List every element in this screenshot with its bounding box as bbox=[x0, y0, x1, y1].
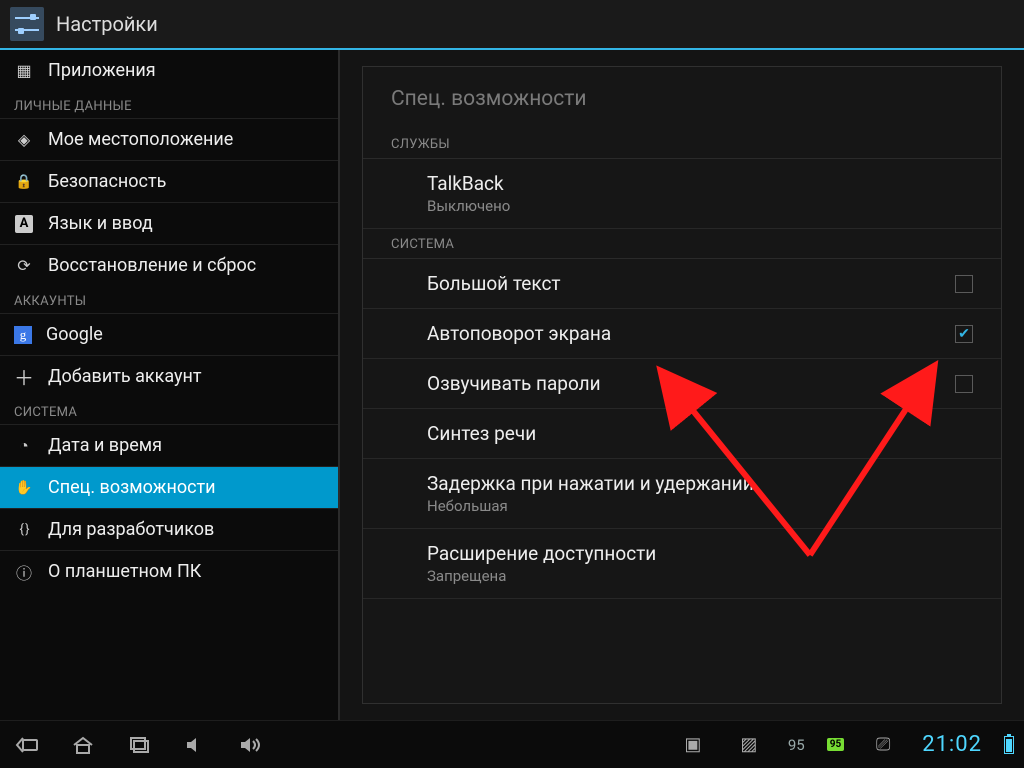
pref-a11y-extension[interactable]: Расширение доступности Запрещена bbox=[363, 529, 1001, 599]
sidebar-item-label: Дата и время bbox=[48, 435, 162, 456]
info-icon bbox=[14, 562, 34, 582]
battery-icon bbox=[1004, 736, 1014, 754]
sidebar-item-about[interactable]: О планшетном ПК bbox=[0, 550, 338, 592]
pref-label: Расширение доступности bbox=[427, 542, 656, 565]
battery-percent-text: 95 bbox=[788, 736, 805, 754]
location-icon bbox=[14, 130, 34, 150]
apps-icon bbox=[14, 61, 34, 81]
pref-label: Большой текст bbox=[427, 272, 561, 295]
volume-down-button[interactable] bbox=[178, 731, 212, 759]
braces-icon bbox=[14, 520, 34, 540]
sidebar-item-label: Восстановление и сброс bbox=[48, 255, 256, 276]
pref-sublabel: Выключено bbox=[427, 197, 510, 215]
sidebar-item-label: Спец. возможности bbox=[48, 477, 216, 498]
pref-sublabel: Небольшая bbox=[427, 497, 754, 515]
sidebar-item-label: Для разработчиков bbox=[48, 519, 214, 540]
settings-sidebar[interactable]: Приложения ЛИЧНЫЕ ДАННЫЕ Мое местоположе… bbox=[0, 50, 340, 720]
sidebar-item-label: О планшетном ПК bbox=[48, 561, 201, 582]
system-navbar: 95 95 21:02 bbox=[0, 720, 1024, 768]
sidebar-item-label: Безопасность bbox=[48, 171, 166, 192]
plus-icon bbox=[14, 367, 34, 387]
panel-title: Спец. возможности bbox=[363, 67, 1001, 129]
checkbox-large-text[interactable] bbox=[955, 275, 973, 293]
pref-tts[interactable]: Синтез речи bbox=[363, 409, 1001, 459]
sidebar-item-label: Мое местоположение bbox=[48, 129, 233, 150]
checkbox-auto-rotate[interactable] bbox=[955, 325, 973, 343]
battery-badge-icon: 95 bbox=[827, 738, 844, 751]
sidebar-item-apps[interactable]: Приложения bbox=[0, 50, 338, 91]
sidebar-item-datetime[interactable]: Дата и время bbox=[0, 424, 338, 466]
accessibility-panel: Спец. возможности СЛУЖБЫ TalkBack Выключ… bbox=[362, 66, 1002, 704]
hand-icon bbox=[14, 478, 34, 498]
back-button[interactable] bbox=[10, 731, 44, 759]
sidebar-item-location[interactable]: Мое местоположение bbox=[0, 118, 338, 160]
sidebar-section-header: АККАУНТЫ bbox=[0, 286, 338, 313]
camera-status-icon bbox=[676, 731, 710, 759]
pref-label: Синтез речи bbox=[427, 422, 536, 445]
sidebar-item-add-account[interactable]: Добавить аккаунт bbox=[0, 355, 338, 397]
pref-sublabel: Запрещена bbox=[427, 567, 656, 585]
pref-talkback[interactable]: TalkBack Выключено bbox=[363, 159, 1001, 229]
group-header-services: СЛУЖБЫ bbox=[363, 129, 1001, 159]
lock-icon bbox=[14, 172, 34, 192]
language-icon bbox=[14, 214, 34, 234]
sidebar-item-label: Добавить аккаунт bbox=[48, 366, 202, 387]
sidebar-item-label: Google bbox=[46, 324, 103, 345]
clock-text: 21:02 bbox=[922, 732, 982, 757]
sidebar-item-language[interactable]: Язык и ввод bbox=[0, 202, 338, 244]
home-button[interactable] bbox=[66, 731, 100, 759]
pref-label: Задержка при нажатии и удержании bbox=[427, 472, 754, 495]
sidebar-item-label: Язык и ввод bbox=[48, 213, 153, 234]
sidebar-section-header: СИСТЕМА bbox=[0, 397, 338, 424]
titlebar: Настройки bbox=[0, 0, 1024, 48]
settings-app-icon bbox=[10, 7, 44, 41]
sidebar-item-security[interactable]: Безопасность bbox=[0, 160, 338, 202]
sidebar-item-developer[interactable]: Для разработчиков bbox=[0, 508, 338, 550]
pref-large-text[interactable]: Большой текст bbox=[363, 259, 1001, 309]
volume-up-button[interactable] bbox=[234, 731, 268, 759]
group-header-system: СИСТЕМА bbox=[363, 229, 1001, 259]
pref-label: Автоповорот экрана bbox=[427, 322, 611, 345]
sidebar-item-google[interactable]: Google bbox=[0, 313, 338, 355]
pref-label: TalkBack bbox=[427, 172, 510, 195]
sidebar-section-header: ЛИЧНЫЕ ДАННЫЕ bbox=[0, 91, 338, 118]
settings-quick-icon bbox=[866, 731, 900, 759]
page-title: Настройки bbox=[56, 12, 158, 36]
pref-label: Озвучивать пароли bbox=[427, 372, 601, 395]
sidebar-item-label: Приложения bbox=[48, 60, 156, 81]
pref-speak-passwords[interactable]: Озвучивать пароли bbox=[363, 359, 1001, 409]
recents-button[interactable] bbox=[122, 731, 156, 759]
pref-auto-rotate[interactable]: Автоповорот экрана bbox=[363, 309, 1001, 359]
pref-touch-delay[interactable]: Задержка при нажатии и удержании Небольш… bbox=[363, 459, 1001, 529]
picture-status-icon bbox=[732, 731, 766, 759]
google-icon bbox=[14, 326, 32, 344]
status-tray[interactable]: 95 95 21:02 bbox=[676, 731, 1014, 759]
reset-icon bbox=[14, 256, 34, 276]
sidebar-item-reset[interactable]: Восстановление и сброс bbox=[0, 244, 338, 286]
workspace: Приложения ЛИЧНЫЕ ДАННЫЕ Мое местоположе… bbox=[0, 50, 1024, 720]
sidebar-item-accessibility[interactable]: Спец. возможности bbox=[0, 466, 338, 508]
detail-pane: Спец. возможности СЛУЖБЫ TalkBack Выключ… bbox=[340, 50, 1024, 720]
checkbox-speak-passwords[interactable] bbox=[955, 375, 973, 393]
clock-icon bbox=[14, 436, 34, 456]
